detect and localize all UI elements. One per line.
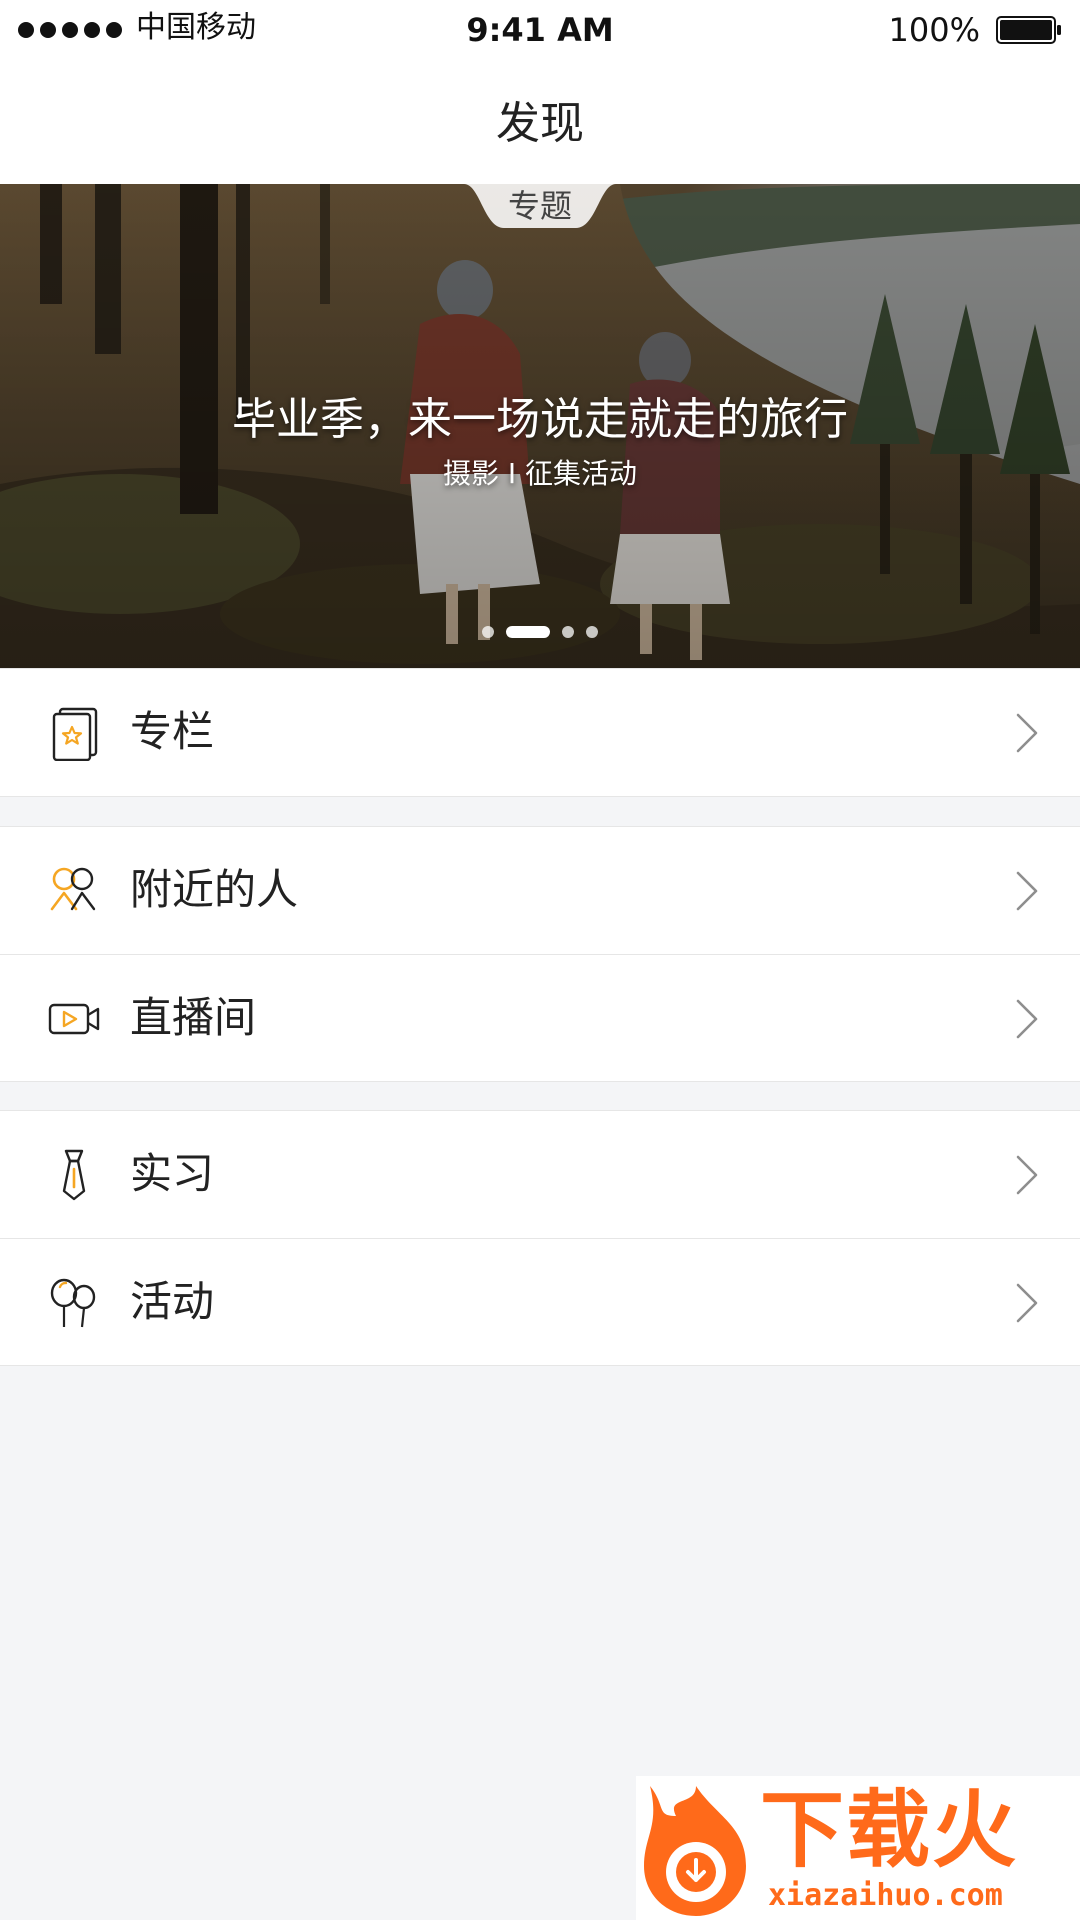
pager-dot[interactable] <box>482 626 494 638</box>
balloons-icon <box>50 1278 96 1328</box>
pager-dot[interactable] <box>562 626 574 638</box>
menu-item-label: 活动 <box>130 1277 215 1326</box>
chevron-right-icon <box>1016 1155 1038 1195</box>
watermark-url: xiazaihuo.com <box>768 1878 1003 1913</box>
status-bar: 中国移动 9:41 AM 100% <box>0 0 1080 62</box>
chevron-right-icon <box>1016 1283 1038 1323</box>
chevron-right-icon <box>1016 999 1038 1039</box>
battery-icon <box>996 16 1061 44</box>
battery-percent: 100% <box>888 11 980 49</box>
menu-item-label: 专栏 <box>130 707 215 756</box>
nearby-people-icon <box>50 867 96 911</box>
pager-dot[interactable] <box>506 626 550 638</box>
menu-item-label: 直播间 <box>130 993 257 1042</box>
tie-icon <box>62 1149 86 1201</box>
featured-banner[interactable]: 专题 毕业季，来一场说走就走的旅行 摄影 I 征集活动 <box>0 184 1080 668</box>
chevron-right-icon <box>1016 871 1038 911</box>
menu-item-events[interactable]: 活动 <box>0 1238 1080 1365</box>
menu-group-career: 实习 活动 <box>0 1110 1080 1366</box>
menu-item-nearby-people[interactable]: 附近的人 <box>0 827 1080 954</box>
banner-tab-label: 专题 <box>507 187 572 225</box>
chevron-right-icon <box>1016 713 1038 753</box>
live-video-icon <box>48 1003 100 1035</box>
flame-logo-icon <box>644 1786 746 1916</box>
banner-subtitle: 摄影 I 征集活动 <box>442 457 638 490</box>
menu-item-internship[interactable]: 实习 <box>0 1111 1080 1238</box>
banner-page-indicator[interactable] <box>0 626 1080 638</box>
menu-item-label: 附近的人 <box>130 865 299 914</box>
pager-dot[interactable] <box>586 626 598 638</box>
menu-item-column[interactable]: 专栏 <box>0 669 1080 796</box>
menu-group-social: 附近的人 直播间 <box>0 826 1080 1082</box>
watermark-logo: 下载火 xiazaihuo.com <box>636 1776 1080 1920</box>
menu-item-live-room[interactable]: 直播间 <box>0 954 1080 1081</box>
column-card-icon <box>52 707 98 761</box>
menu-group-columns: 专栏 <box>0 668 1080 797</box>
navigation-bar: 发现 <box>0 62 1080 184</box>
watermark-brand: 下载火 <box>760 1781 1019 1879</box>
menu-item-label: 实习 <box>130 1149 215 1198</box>
page-title: 发现 <box>496 98 584 149</box>
banner-title: 毕业季，来一场说走就走的旅行 <box>232 394 848 445</box>
